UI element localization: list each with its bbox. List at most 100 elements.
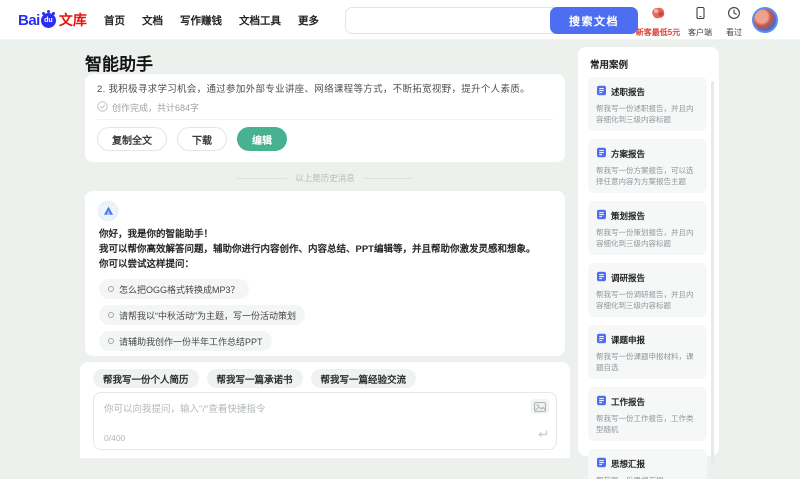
case-item-desc: 帮我写一份策划报告，并且内容细化到三级内容标题: [596, 228, 694, 248]
suggestion-chip-ogg-mp3[interactable]: 怎么把OGG格式转换成MP3？: [99, 279, 249, 299]
divider-line-right: [362, 177, 413, 179]
case-item-label: 述职报告: [611, 87, 646, 97]
bullet-ring-icon: [108, 312, 114, 318]
case-item-proposal-report[interactable]: 方案报告 帮我写一份方案报告，可以选择任意内容为方案报告主题: [588, 139, 707, 193]
image-icon: [534, 401, 546, 412]
quick-chip-commitment[interactable]: 帮我写一篇承诺书: [206, 369, 303, 388]
document-icon: [596, 331, 607, 349]
quick-prompt-chips: 帮我写一份个人简历 帮我写一篇承诺书 帮我写一篇经验交流: [93, 369, 417, 388]
mobile-phone-icon: [694, 6, 707, 25]
creation-status-text: 创作完成，共计684字: [112, 103, 200, 113]
nav-link-home[interactable]: 首页: [104, 13, 125, 28]
user-avatar[interactable]: [752, 7, 778, 33]
client-label: 客户端: [688, 28, 712, 37]
case-item-desc: 帮我写一份课题申报材料，课题自选: [596, 352, 694, 372]
document-icon: [596, 83, 607, 101]
wenku-assistant-logo-icon: [103, 206, 113, 215]
copy-all-button[interactable]: 复制全文: [97, 127, 167, 151]
nav-link-earn[interactable]: 写作赚钱: [180, 13, 222, 28]
case-item-label: 思想汇报: [611, 459, 646, 469]
history-actions: 复制全文 下载 编辑: [97, 127, 287, 151]
case-item-research-report[interactable]: 调研报告 帮我写一份调研报告，并且内容细化到三级内容标题: [588, 263, 707, 317]
document-icon: [596, 207, 607, 225]
top-navbar: Bai du 文库 首页 文档 写作赚钱 文档工具 更多 搜索文档 新客最低5元…: [0, 0, 800, 40]
document-icon: [596, 145, 607, 163]
assistant-hint: 你可以尝试这样提问：: [99, 259, 195, 270]
divider-line-left: [237, 177, 288, 179]
case-item-desc: 帮我写一份调研报告，并且内容细化到三级内容标题: [596, 290, 694, 310]
suggestion-text: 请辅助我创作一份半年工作总结PPT: [119, 336, 263, 347]
common-cases-title: 常用案例: [590, 60, 629, 71]
quick-chip-resume[interactable]: 帮我写一份个人简历: [93, 369, 199, 388]
common-cases-panel: 常用案例 述职报告 帮我写一份述职报告，并且内容细化到三级内容标题 方案报告 帮…: [578, 47, 719, 479]
baidu-wenku-logo[interactable]: Bai du 文库: [18, 9, 87, 30]
assistant-intro: 我可以帮你高效解答问题，辅助你进行内容创作、内容总结、PPT编辑等，并且帮助你激…: [99, 244, 536, 255]
history-message-divider: 以上是历史消息: [85, 172, 565, 184]
history-divider-text: 以上是历史消息: [295, 173, 355, 183]
search-docs-button[interactable]: 搜索文档: [550, 7, 638, 34]
case-item-label: 工作报告: [611, 397, 646, 407]
nav-link-tools[interactable]: 文档工具: [239, 13, 281, 28]
case-item-label: 调研报告: [611, 273, 646, 283]
enter-send-icon[interactable]: [537, 426, 548, 444]
quick-chip-experience[interactable]: 帮我写一篇经验交流: [310, 369, 417, 388]
case-item-desc: 帮我写一份工作报告，工作类型随机: [596, 414, 694, 434]
case-item-thought-report[interactable]: 思想汇报 帮我写一份思想汇报: [588, 449, 707, 479]
case-item-desc: 帮我写一份述职报告，并且内容细化到三级内容标题: [596, 104, 694, 124]
page-title: 智能助手: [85, 55, 153, 74]
composer-panel: 帮我写一份个人简历 帮我写一篇承诺书 帮我写一篇经验交流 0/400: [80, 362, 570, 458]
case-item-label: 策划报告: [611, 211, 646, 221]
nav-links: 首页 文档 写作赚钱 文档工具 更多: [104, 0, 319, 40]
suggestion-text: 请帮我以“中秋活动”为主题，写一份活动策划: [119, 310, 296, 321]
image-upload-button[interactable]: [531, 399, 549, 414]
history-output-card: 2. 我积极寻求学习机会，通过参加外部专业讲座、网络课程等方式，不断拓宽视野，提…: [85, 74, 565, 162]
suggestion-chip-midautumn-plan[interactable]: 请帮我以“中秋活动”为主题，写一份活动策划: [99, 305, 305, 325]
document-icon: [596, 269, 607, 287]
case-item-desc: 帮我写一份方案报告，可以选择任意内容为方案报告主题: [596, 166, 694, 186]
document-icon: [596, 393, 607, 411]
sidebar-scrollbar[interactable]: [711, 81, 714, 463]
case-item-desc: 帮我写一份思想汇报: [596, 475, 699, 479]
clock-history-icon: [727, 6, 741, 25]
prompt-input-box: 0/400: [93, 392, 557, 450]
viewed-label: 看过: [726, 28, 742, 37]
viewed-entry[interactable]: 看过: [722, 6, 746, 38]
check-circle-icon: [97, 101, 108, 114]
suggested-questions: 怎么把OGG格式转换成MP3？ 请帮我以“中秋活动”为主题，写一份活动策划 请辅…: [99, 279, 305, 351]
case-item-debrief-report[interactable]: 述职报告 帮我写一份述职报告，并且内容细化到三级内容标题: [588, 77, 707, 131]
assistant-avatar: [98, 201, 118, 221]
creation-status: 创作完成，共计684字: [97, 101, 199, 114]
bullet-ring-icon: [108, 286, 114, 292]
case-item-work-report[interactable]: 工作报告 帮我写一份工作报告，工作类型随机: [588, 387, 707, 441]
case-item-planning-report[interactable]: 策划报告 帮我写一份策划报告，并且内容细化到三级内容标题: [588, 201, 707, 255]
doc-search-box: 搜索文档: [345, 7, 638, 34]
promo-entry[interactable]: 新客最低5元: [633, 6, 683, 38]
suggestion-text: 怎么把OGG格式转换成MP3？: [119, 284, 240, 295]
prompt-textarea[interactable]: [98, 397, 518, 431]
bullet-ring-icon: [108, 338, 114, 344]
nav-link-more[interactable]: 更多: [298, 13, 319, 28]
history-output-text: 2. 我积极寻求学习机会，通过参加外部专业讲座、网络课程等方式，不断拓宽视野，提…: [97, 84, 530, 95]
document-icon: [596, 455, 607, 473]
paw-toes-decor: [46, 9, 50, 13]
logo-bai-text: Bai: [18, 11, 40, 29]
char-counter: 0/400: [104, 433, 126, 443]
common-cases-list: 述职报告 帮我写一份述职报告，并且内容细化到三级内容标题 方案报告 帮我写一份方…: [588, 77, 707, 479]
case-item-label: 课题申报: [611, 335, 646, 345]
baidu-paw-icon: du: [40, 9, 56, 28]
client-entry[interactable]: 客户端: [686, 6, 714, 38]
suggestion-chip-halfyear-ppt[interactable]: 请辅助我创作一份半年工作总结PPT: [99, 331, 272, 351]
logo-du-text: du: [44, 16, 53, 24]
assistant-text-block: 你好，我是你的智能助手！ 我可以帮你高效解答问题，辅助你进行内容创作、内容总结、…: [99, 227, 535, 272]
promo-label: 新客最低5元: [635, 28, 681, 37]
case-item-label: 方案报告: [611, 149, 646, 159]
doc-search-input[interactable]: [346, 8, 546, 33]
edit-button[interactable]: 编辑: [237, 127, 287, 151]
promo-mascot-icon: [650, 6, 666, 25]
nav-link-docs[interactable]: 文档: [142, 13, 163, 28]
case-item-project-application[interactable]: 课题申报 帮我写一份课题申报材料，课题自选: [588, 325, 707, 379]
assistant-greeting: 你好，我是你的智能助手！: [99, 229, 214, 240]
logo-wenku-text: 文库: [58, 12, 87, 28]
download-button[interactable]: 下载: [177, 127, 227, 151]
assistant-message-card: 你好，我是你的智能助手！ 我可以帮你高效解答问题，辅助你进行内容创作、内容总结、…: [85, 191, 565, 356]
